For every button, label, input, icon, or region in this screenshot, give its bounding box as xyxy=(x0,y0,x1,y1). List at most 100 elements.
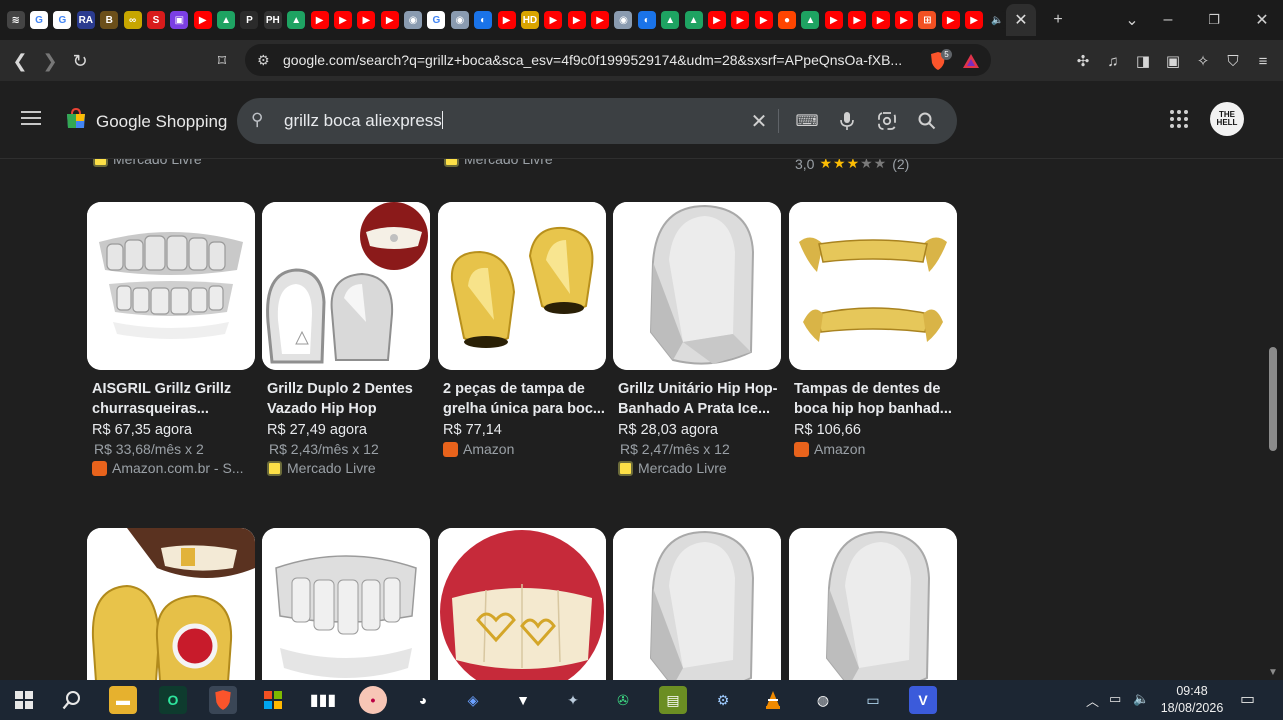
sidebar-icon[interactable]: ◨ xyxy=(1133,51,1153,71)
menu-icon[interactable]: ≡ xyxy=(1253,51,1273,71)
youtube-icon[interactable]: ▶ xyxy=(848,11,867,29)
product-image-gold-ruby[interactable] xyxy=(87,528,255,680)
notifications-icon[interactable]: ▭ xyxy=(1240,689,1255,709)
file-explorer-icon[interactable]: ▬ xyxy=(109,686,137,714)
back-icon[interactable]: ❮ xyxy=(7,48,33,74)
new-tab-button[interactable]: + xyxy=(1046,0,1070,40)
google-shopping-title[interactable]: Google Shopping xyxy=(96,112,227,132)
product-title[interactable]: Grillz Duplo 2 Dentes Vazado Hip Hop xyxy=(267,379,430,419)
bookmark-icon[interactable]: ⌑ xyxy=(209,48,235,74)
previous-store-2[interactable]: Mercado Livre xyxy=(444,159,553,167)
volume-icon[interactable]: 🔈 xyxy=(1133,691,1149,707)
product-image-silver-single-2[interactable] xyxy=(613,528,781,680)
product-image-heart-grillz[interactable] xyxy=(438,528,606,680)
product-card[interactable]: Grillz Unitário Hip Hop- Banhado A Prata… xyxy=(613,202,781,476)
tab-search-icon[interactable]: ⌄ xyxy=(1120,0,1144,40)
scanner-app-icon[interactable]: ▭ xyxy=(859,686,887,714)
product-image-silver-fangs[interactable] xyxy=(262,528,430,680)
search-box[interactable]: ⚲ grillz boca aliexpress ✕ ⌨ xyxy=(237,98,957,144)
search-submit-icon[interactable] xyxy=(915,109,939,133)
mask-icon[interactable]: ◉ xyxy=(404,11,423,29)
product-image-gold-caps[interactable] xyxy=(438,202,606,370)
product-store[interactable]: Amazon xyxy=(794,441,957,457)
product-title[interactable]: Grillz Unitário Hip Hop- Banhado A Prata… xyxy=(618,379,781,419)
steam-icon[interactable]: ◍ xyxy=(809,686,837,714)
mask-icon[interactable]: ◉ xyxy=(450,11,469,29)
url-text[interactable]: google.com/search?q=grillz+boca&sca_esv=… xyxy=(283,52,902,68)
youtube-icon[interactable]: ▶ xyxy=(965,11,984,29)
diamond-app-icon[interactable]: ◈ xyxy=(459,686,487,714)
vlc-icon[interactable] xyxy=(759,686,787,714)
product-image-gold-fangs[interactable] xyxy=(789,202,957,370)
hd-icon[interactable]: HD xyxy=(520,11,539,29)
v-app-icon[interactable]: V xyxy=(909,686,937,714)
microsoft-store-icon[interactable] xyxy=(259,686,287,714)
b-icon[interactable]: B xyxy=(100,11,119,29)
pwn-icon[interactable]: PH xyxy=(263,11,282,29)
youtube-icon[interactable]: ▶ xyxy=(707,11,726,29)
main-menu-icon[interactable] xyxy=(21,111,41,129)
youtube-icon[interactable]: ▶ xyxy=(941,11,960,29)
avatar[interactable]: THE HELL xyxy=(1210,102,1244,136)
product-image-silver-single[interactable] xyxy=(613,202,781,370)
recycle-app-icon[interactable]: ✇ xyxy=(609,686,637,714)
close-window-icon[interactable]: ✕ xyxy=(1248,0,1276,40)
wallet-icon[interactable]: ▣ xyxy=(1163,51,1183,71)
media-icon[interactable]: ♫ xyxy=(1103,51,1123,71)
google-icon[interactable]: G xyxy=(30,11,49,29)
google-icon[interactable]: G xyxy=(427,11,446,29)
youtube-icon[interactable]: ▶ xyxy=(754,11,773,29)
product-card[interactable] xyxy=(613,528,781,680)
product-store[interactable]: Amazon xyxy=(443,441,606,457)
product-store[interactable]: Mercado Livre xyxy=(618,460,781,476)
product-card[interactable] xyxy=(262,528,430,680)
p-icon[interactable]: P xyxy=(240,11,259,29)
system-clock[interactable]: 09:48 18/08/2026 xyxy=(1156,683,1228,717)
youtube-icon[interactable]: ▶ xyxy=(333,11,352,29)
notes-app-icon[interactable]: ▤ xyxy=(659,686,687,714)
site-info-icon[interactable]: ⚙ xyxy=(257,52,270,69)
youtube-icon[interactable]: ▶ xyxy=(544,11,563,29)
product-image-silver-single-3[interactable] xyxy=(789,528,957,680)
product-title[interactable]: 2 peças de tampa de grelha única para bo… xyxy=(443,379,606,419)
drive-icon[interactable]: ▲ xyxy=(661,11,680,29)
clear-search-icon[interactable]: ✕ xyxy=(747,109,771,133)
forward-icon[interactable]: ❯ xyxy=(37,48,63,74)
windows-start-icon[interactable] xyxy=(10,686,38,714)
fox-app-icon[interactable]: ▼ xyxy=(509,686,537,714)
audio-mixer-icon[interactable]: ▮▮▮ xyxy=(309,686,337,714)
google-apps-icon[interactable] xyxy=(1170,110,1188,128)
speaker-icon[interactable]: 🔈 xyxy=(988,11,1007,29)
youtube-icon[interactable]: ▶ xyxy=(591,11,610,29)
settings-app-icon[interactable]: ⚙ xyxy=(709,686,737,714)
product-card[interactable]: Grillz Duplo 2 Dentes Vazado Hip Hop R$ … xyxy=(262,202,430,476)
product-store[interactable]: Mercado Livre xyxy=(267,460,430,476)
keyboard-icon[interactable]: ⌨ xyxy=(795,109,819,133)
search-icon[interactable] xyxy=(58,686,86,714)
brave-browser-icon[interactable] xyxy=(209,686,237,714)
youtube-icon[interactable]: ▶ xyxy=(310,11,329,29)
youtube-icon[interactable]: ▶ xyxy=(824,11,843,29)
opera-gx-icon[interactable]: O xyxy=(159,686,187,714)
product-title[interactable]: Tampas de dentes de boca hip hop banhad.… xyxy=(794,379,957,419)
previous-store-1[interactable]: Mercado Livre xyxy=(93,159,202,167)
product-card[interactable]: 2 peças de tampa de grelha única para bo… xyxy=(438,202,606,457)
tray-overflow-icon[interactable]: ︿ xyxy=(1086,691,1099,710)
url-bar[interactable]: ⚙ google.com/search?q=grillz+boca&sca_es… xyxy=(245,44,991,76)
ra-icon[interactable]: RA xyxy=(76,11,95,29)
toggle-icon[interactable]: ◐ xyxy=(637,11,656,29)
brave-stack-icon[interactable]: ≋ xyxy=(6,11,25,29)
minimize-icon[interactable]: – xyxy=(1154,0,1182,40)
flag-icon[interactable]: S xyxy=(146,11,165,29)
product-card[interactable] xyxy=(438,528,606,680)
product-store[interactable]: Amazon.com.br - S... xyxy=(92,460,255,476)
toggle-icon[interactable]: ◐ xyxy=(474,11,493,29)
drive-icon[interactable]: ▲ xyxy=(684,11,703,29)
reload-icon[interactable]: ↻ xyxy=(67,48,93,74)
product-image-grillz-silver-full[interactable] xyxy=(87,202,255,370)
product-card[interactable] xyxy=(87,528,255,680)
product-card[interactable]: AISGRIL Grillz Grillz churrasqueiras... … xyxy=(87,202,255,476)
product-image-grillz-double-open[interactable] xyxy=(262,202,430,370)
reddit-icon[interactable]: ● xyxy=(778,11,797,29)
mask-icon[interactable]: ◉ xyxy=(614,11,633,29)
